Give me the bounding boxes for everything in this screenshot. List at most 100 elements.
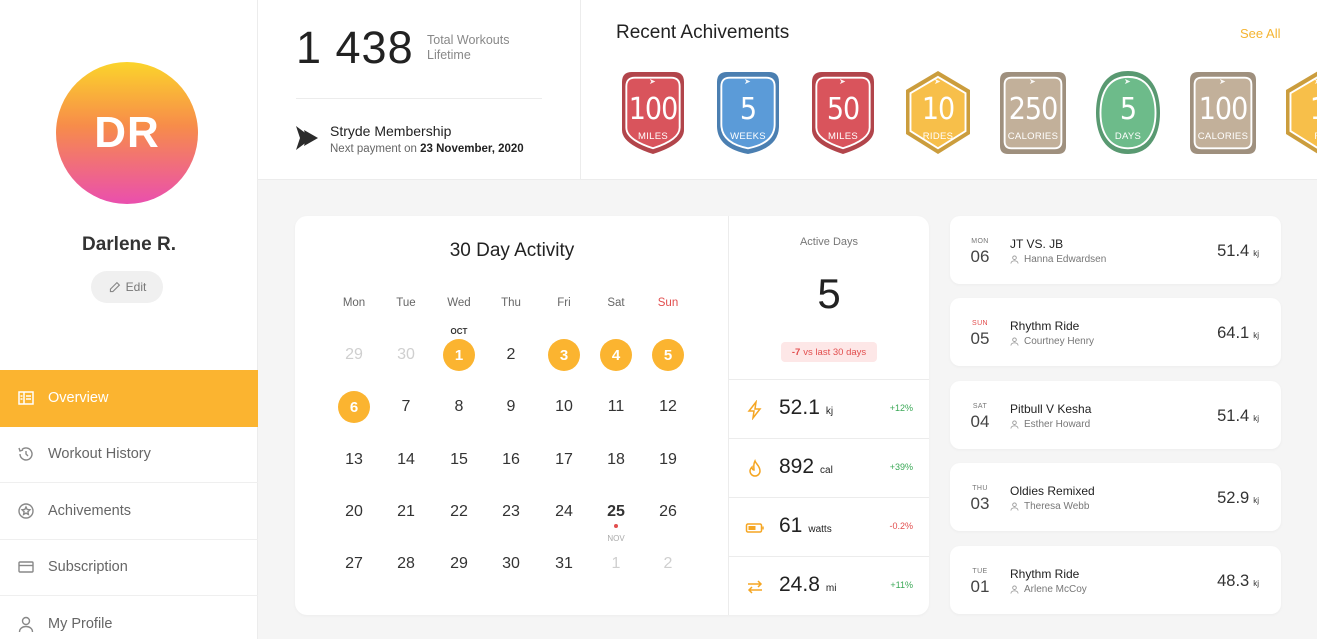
bolt-icon: [747, 400, 762, 420]
calendar-day[interactable]: 6: [338, 391, 370, 423]
calendar-day[interactable]: 5: [652, 339, 684, 371]
sidebar-item-label: Subscription: [48, 559, 128, 576]
metric-unit: mi: [825, 583, 837, 594]
achievement-badge[interactable]: ➤ 5 WEEKS: [711, 68, 785, 158]
calendar-day[interactable]: 2: [652, 548, 684, 580]
weekday-label: Fri: [557, 297, 571, 309]
top-panel: 1 438 Total Workouts Lifetime Stryde Mem…: [258, 0, 1317, 180]
badge-unit: CALORIES: [1007, 131, 1059, 142]
workout-list-item[interactable]: SAT 04 Pitbull V Kesha Esther Howard 51.4 kj: [950, 381, 1281, 449]
badge-value: 50: [826, 92, 860, 127]
calendar-day[interactable]: 21: [390, 496, 422, 528]
workout-list-item[interactable]: MON 06 JT VS. JB Hanna Edwardsen 51.4 kj: [950, 216, 1281, 284]
calendar-day[interactable]: 3: [548, 339, 580, 371]
calendar-day[interactable]: 1: [443, 339, 475, 371]
calendar-day[interactable]: 7: [390, 391, 422, 423]
achievements-title: Recent Achivements: [616, 22, 790, 43]
calendar-day[interactable]: 16: [495, 444, 527, 476]
calendar-day[interactable]: 19: [652, 444, 684, 476]
badge-unit: MILES: [827, 131, 858, 142]
workout-instructor: Theresa Webb: [1010, 501, 1089, 512]
month-label-nov: NOV: [607, 534, 625, 543]
membership-title: Stryde Membership: [330, 123, 452, 139]
achievement-badge[interactable]: ➤ 50 MILES: [806, 68, 880, 158]
sidebar-item-label: Workout History: [48, 446, 151, 463]
badge-value: 250: [1008, 92, 1059, 127]
sidebar-item-overview[interactable]: Overview: [0, 370, 258, 427]
calendar-day[interactable]: 9: [495, 391, 527, 423]
workout-energy-value: 52.9: [1217, 489, 1250, 507]
badge-unit: CALORIES: [1197, 131, 1249, 142]
sidebar-item-achivements[interactable]: Achivements: [0, 483, 258, 540]
workout-list-item[interactable]: THU 03 Oldies Remixed Theresa Webb 52.9 kj: [950, 463, 1281, 531]
achievement-badge[interactable]: ➤ 5 DAYS: [1091, 68, 1165, 158]
calendar-day[interactable]: 15: [443, 444, 475, 476]
metric-unit: kj: [825, 406, 834, 417]
instructor-name: Arlene McCoy: [1024, 584, 1087, 595]
today-indicator-dot: [614, 524, 618, 528]
achievement-badge[interactable]: ➤ 100 CALORIES: [1186, 68, 1260, 158]
active-days-count: 5: [817, 270, 841, 317]
workout-weekday: SUN: [972, 320, 988, 327]
calendar-day[interactable]: 27: [338, 548, 370, 580]
sidebar-item-workout-history[interactable]: Workout History: [0, 427, 258, 483]
achievement-badge[interactable]: ➤ 250 CALORIES: [996, 68, 1070, 158]
sidebar-item-subscription[interactable]: Subscription: [0, 540, 258, 596]
avatar-initials: DR: [94, 108, 160, 157]
calendar-day[interactable]: 31: [548, 548, 580, 580]
calendar-day[interactable]: 22: [443, 496, 475, 528]
user-name: Darlene R.: [82, 234, 176, 255]
month-label-oct: OCT: [450, 327, 468, 336]
metric-change: +39%: [889, 462, 913, 472]
calendar-day[interactable]: 24: [548, 496, 580, 528]
see-all-link[interactable]: See All: [1240, 26, 1280, 41]
workout-energy-unit: kj: [1253, 331, 1259, 340]
workout-energy-unit: kj: [1253, 496, 1259, 505]
workout-list-item[interactable]: TUE 01 Rhythm Ride Arlene McCoy 48.3 kj: [950, 546, 1281, 614]
workout-title: Rhythm Ride: [1010, 567, 1080, 581]
next-payment-label: Next payment on: [330, 143, 417, 155]
badge-unit: DAYS: [1114, 131, 1142, 142]
calendar-day[interactable]: 4: [600, 339, 632, 371]
calendar-day[interactable]: 30: [495, 548, 527, 580]
calendar-day[interactable]: 26: [652, 496, 684, 528]
calendar-day[interactable]: 20: [338, 496, 370, 528]
achievement-badge[interactable]: ➤ 100 MILES: [616, 68, 690, 158]
calendar-day[interactable]: 11: [600, 391, 632, 423]
calendar-day[interactable]: 2: [495, 339, 527, 371]
calendar-day[interactable]: 17: [548, 444, 580, 476]
workout-energy-unit: kj: [1253, 249, 1259, 258]
calendar-day[interactable]: 10: [548, 391, 580, 423]
active-days-delta-badge: -7 vs last 30 days: [781, 342, 877, 362]
sidebar: DR Darlene R. Edit Overview Workout Hist…: [0, 0, 258, 639]
badge-value: 10: [921, 92, 955, 127]
workout-weekday: SAT: [972, 403, 988, 410]
metric-power: 61 watts -0.2%: [729, 498, 929, 557]
calendar-day[interactable]: 8: [443, 391, 475, 423]
user-icon: [1010, 255, 1019, 264]
calendar-day[interactable]: 14: [390, 444, 422, 476]
workout-list-item[interactable]: SUN 05 Rhythm Ride Courtney Henry 64.1 kj: [950, 298, 1281, 366]
sidebar-item-my-profile[interactable]: My Profile: [0, 596, 258, 639]
weekday-label: Tue: [396, 297, 416, 309]
metric-change: +11%: [890, 580, 913, 590]
achievement-badge[interactable]: ➤ 10 RIDES: [901, 68, 975, 158]
calendar-day[interactable]: 18: [600, 444, 632, 476]
calendar-day[interactable]: 13: [338, 444, 370, 476]
calendar-day[interactable]: 12: [652, 391, 684, 423]
metric-value: 52.1: [779, 396, 820, 419]
calendar-day[interactable]: 1: [600, 548, 632, 580]
metric-value: 892: [779, 455, 815, 478]
avatar[interactable]: DR: [56, 62, 198, 204]
workout-title: Rhythm Ride: [1010, 319, 1080, 333]
calendar-day[interactable]: 28: [390, 548, 422, 580]
calendar-day[interactable]: 23: [495, 496, 527, 528]
achievement-badge[interactable]: ➤1R: [1281, 68, 1317, 158]
badge-value: 100: [1198, 92, 1249, 127]
calendar-day[interactable]: 29: [338, 339, 370, 371]
edit-profile-button[interactable]: Edit: [91, 271, 163, 303]
badge-unit: WEEKS: [730, 131, 766, 142]
calendar-day[interactable]: 30: [390, 339, 422, 371]
star-icon: [18, 503, 34, 519]
calendar-day[interactable]: 29: [443, 548, 475, 580]
